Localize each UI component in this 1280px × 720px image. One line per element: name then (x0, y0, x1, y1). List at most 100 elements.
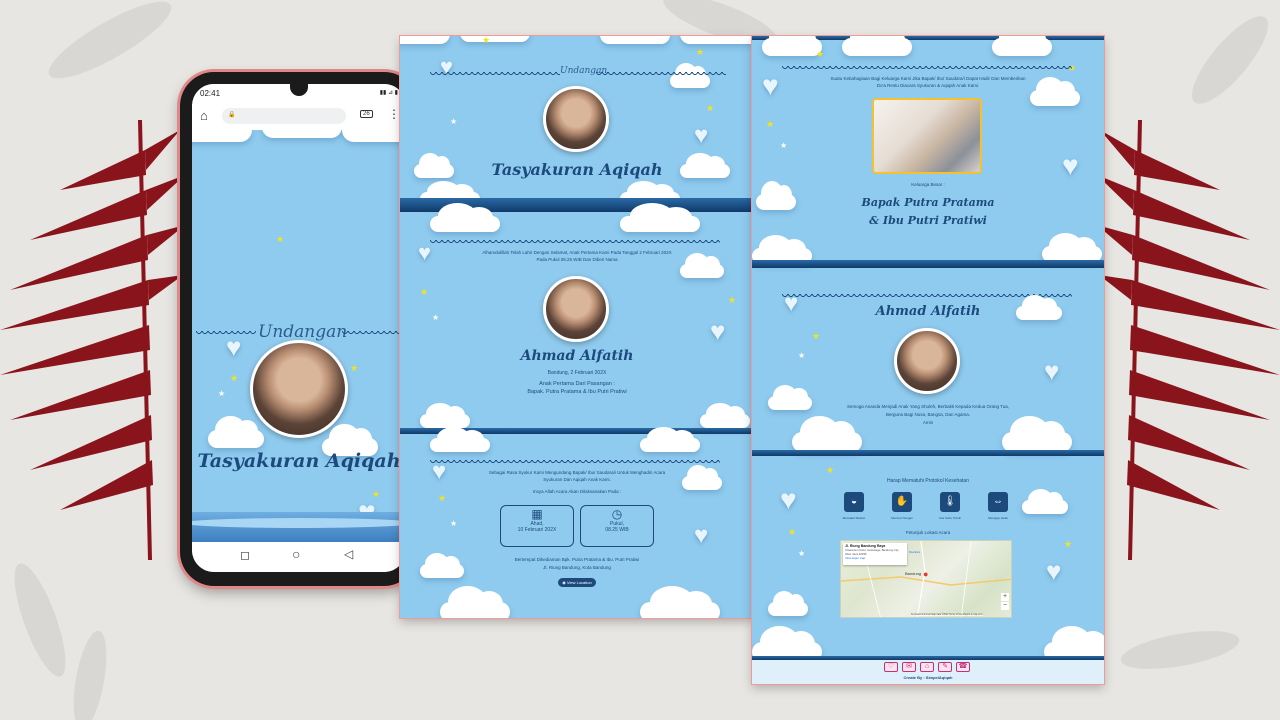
map-info-card: Jl. Riung Bandung Raya Cisaranten Kidul,… (843, 543, 907, 565)
cloud (682, 464, 722, 490)
star-icon: ★ (766, 119, 775, 129)
protocol-title: Harap Mematuhi Protokol Kesehatan (887, 478, 969, 484)
date-value: 10 Februari 202X (517, 527, 557, 533)
phone-icon[interactable]: ☎ (956, 662, 970, 672)
star-icon: ★ (798, 351, 806, 360)
star-icon: ★ (696, 47, 705, 57)
distance-icon: ⇔ (988, 492, 1008, 512)
star-icon: ★ (482, 36, 491, 45)
section-divider-band (752, 450, 1104, 456)
cloud (262, 130, 342, 138)
tab-count-button[interactable]: 26 (360, 110, 373, 118)
android-nav-bar: ◻ ○ ◁ (192, 542, 406, 572)
baby-photo (250, 340, 348, 438)
heart-icon: ♥ (226, 332, 242, 362)
phone-screen: 02:41 ▮▮ ⊿ ▮ ⌂ 🔒 26 ⋮ ★ Undangan ♥ ★ ★ ★ (192, 84, 406, 572)
star-icon: ★ (420, 287, 429, 297)
cloud (620, 203, 700, 232)
section-divider-band (752, 260, 1104, 268)
baby-photo (543, 86, 609, 152)
cloud (640, 586, 720, 618)
map-larger-link[interactable]: View larger map (845, 556, 905, 560)
invitation-panel-right: ★ ★ ♥ Suatu Kebahagiaan Bagi Keluarga Ka… (752, 36, 1104, 684)
wave-ornament (782, 66, 1072, 72)
protocol-label: Cek Suhu Tubuh (938, 516, 962, 520)
back-button[interactable]: ◁ (344, 547, 353, 561)
child-name: Ahmad Alfatih (875, 304, 981, 319)
heart-icon: ♥ (1062, 150, 1079, 181)
map-address: Cisaranten Kidul, Gedebage, Bandung City… (845, 548, 900, 556)
bottom-waves-highlight (192, 518, 406, 528)
star-icon: ★ (1064, 539, 1073, 549)
map-title: Petunjuk Lokasi Acara (905, 530, 951, 535)
wave-ornament (430, 240, 720, 246)
menu-icon[interactable]: ⋮ (388, 107, 400, 121)
cloud (420, 552, 464, 578)
lock-icon: 🔒 (228, 112, 236, 118)
status-icons: ▮▮ ⊿ ▮ (379, 90, 398, 96)
star-icon: ★ (812, 331, 821, 341)
cloud (640, 426, 700, 452)
protocol-label: Memakai Masker (842, 516, 866, 520)
star-icon: ★ (816, 49, 825, 59)
star-icon: ★ (432, 313, 440, 322)
map-pin-icon: ● (923, 569, 929, 579)
credit-text: Create By : SimpelAqiqah (903, 675, 953, 680)
prayer-text: Semoga Ananda Menjadi Anak Yang Sholeh, … (847, 404, 1009, 409)
map-city-label: Bandung (905, 571, 922, 576)
home-button[interactable]: ○ (292, 546, 300, 562)
camera-notch (290, 84, 308, 96)
opening-text: Suatu Kebahagiaan Bagi Keluarga Kami Jik… (830, 76, 1026, 81)
invitation-panel-left: ♥ ★ ★ Undangan ★ ★ ♥ Tasyakuran Aqiqah ♥… (400, 36, 754, 618)
protocol-label: Mencuci Tangan (891, 516, 913, 520)
heart-icon: ♥ (762, 70, 779, 101)
date-box: ▦ Ahad, 10 Februari 202X (500, 505, 574, 547)
phone-mockup: 02:41 ▮▮ ⊿ ▮ ⌂ 🔒 26 ⋮ ★ Undangan ♥ ★ ★ ★ (180, 72, 418, 586)
wave-ornament (430, 460, 720, 466)
cloud (768, 590, 808, 616)
cloud (342, 130, 406, 142)
star-icon: ★ (450, 519, 458, 528)
family-photo (872, 98, 982, 174)
cloud (1030, 77, 1080, 106)
parents-names: Bapak. Putra Pratama & Ibu Putri Pratiwi (527, 389, 627, 395)
gift-icon[interactable]: ⌂ (920, 662, 934, 672)
view-location-button[interactable]: ◉ View Location (558, 578, 596, 587)
cloud (440, 586, 510, 618)
wave-ornament (430, 72, 560, 78)
phone-invitation-cover[interactable]: ★ Undangan ♥ ★ ★ ★ Tasyakuran Aqiqah ★ ♥ (192, 130, 406, 542)
mail-icon[interactable]: ✉ (902, 662, 916, 672)
heart-icon: ♥ (694, 122, 709, 149)
cloud (680, 36, 754, 44)
cloud (1002, 416, 1072, 452)
zoom-out-button[interactable]: − (1001, 602, 1009, 610)
star-icon: ★ (798, 549, 806, 558)
home-icon[interactable]: ⌂ (200, 108, 208, 123)
star-icon: ★ (350, 363, 359, 373)
map-pin-icon: ◉ (562, 580, 566, 585)
zoom-in-button[interactable]: + (1001, 593, 1009, 601)
hand-wash-icon: ✋ (892, 492, 912, 512)
star-icon: ★ (438, 493, 447, 503)
address-bar[interactable]: 🔒 (222, 108, 346, 124)
birth-place-date: Bandung, 2 Februari 202X (547, 370, 607, 376)
opening-text-2: Do'a Restu Diacara Syukuran & Aqiqah Ana… (876, 83, 980, 88)
location-map[interactable]: Jl. Riung Bandung Raya Cisaranten Kidul,… (840, 540, 1012, 618)
heart-share-icon[interactable]: ♡ (884, 662, 898, 672)
birth-announcement: Alhamdulillah Telah Lahir Dengan Selamat… (482, 250, 672, 255)
wave-ornament (596, 72, 726, 78)
family-names: Bapak Putra Pratama (861, 196, 995, 209)
cloud (192, 130, 252, 142)
cloud (992, 36, 1052, 56)
star-icon: ★ (276, 234, 285, 244)
recent-apps-button[interactable]: ◻ (240, 548, 250, 562)
map-directions[interactable]: Directions (909, 543, 923, 555)
phone-title: Tasyakuran Aqiqah (197, 450, 401, 472)
status-bar: 02:41 ▮▮ ⊿ ▮ (192, 84, 406, 102)
cloud (420, 402, 470, 428)
child-of-label: Anak Pertama Dari Pasangan : (539, 381, 615, 387)
star-icon: ★ (706, 103, 715, 113)
baby-photo (894, 328, 960, 394)
guestbook-icon[interactable]: ✎ (938, 662, 952, 672)
gratitude-text: Sebagai Rasa Syukur Kami Mengundang Bapa… (488, 470, 666, 475)
